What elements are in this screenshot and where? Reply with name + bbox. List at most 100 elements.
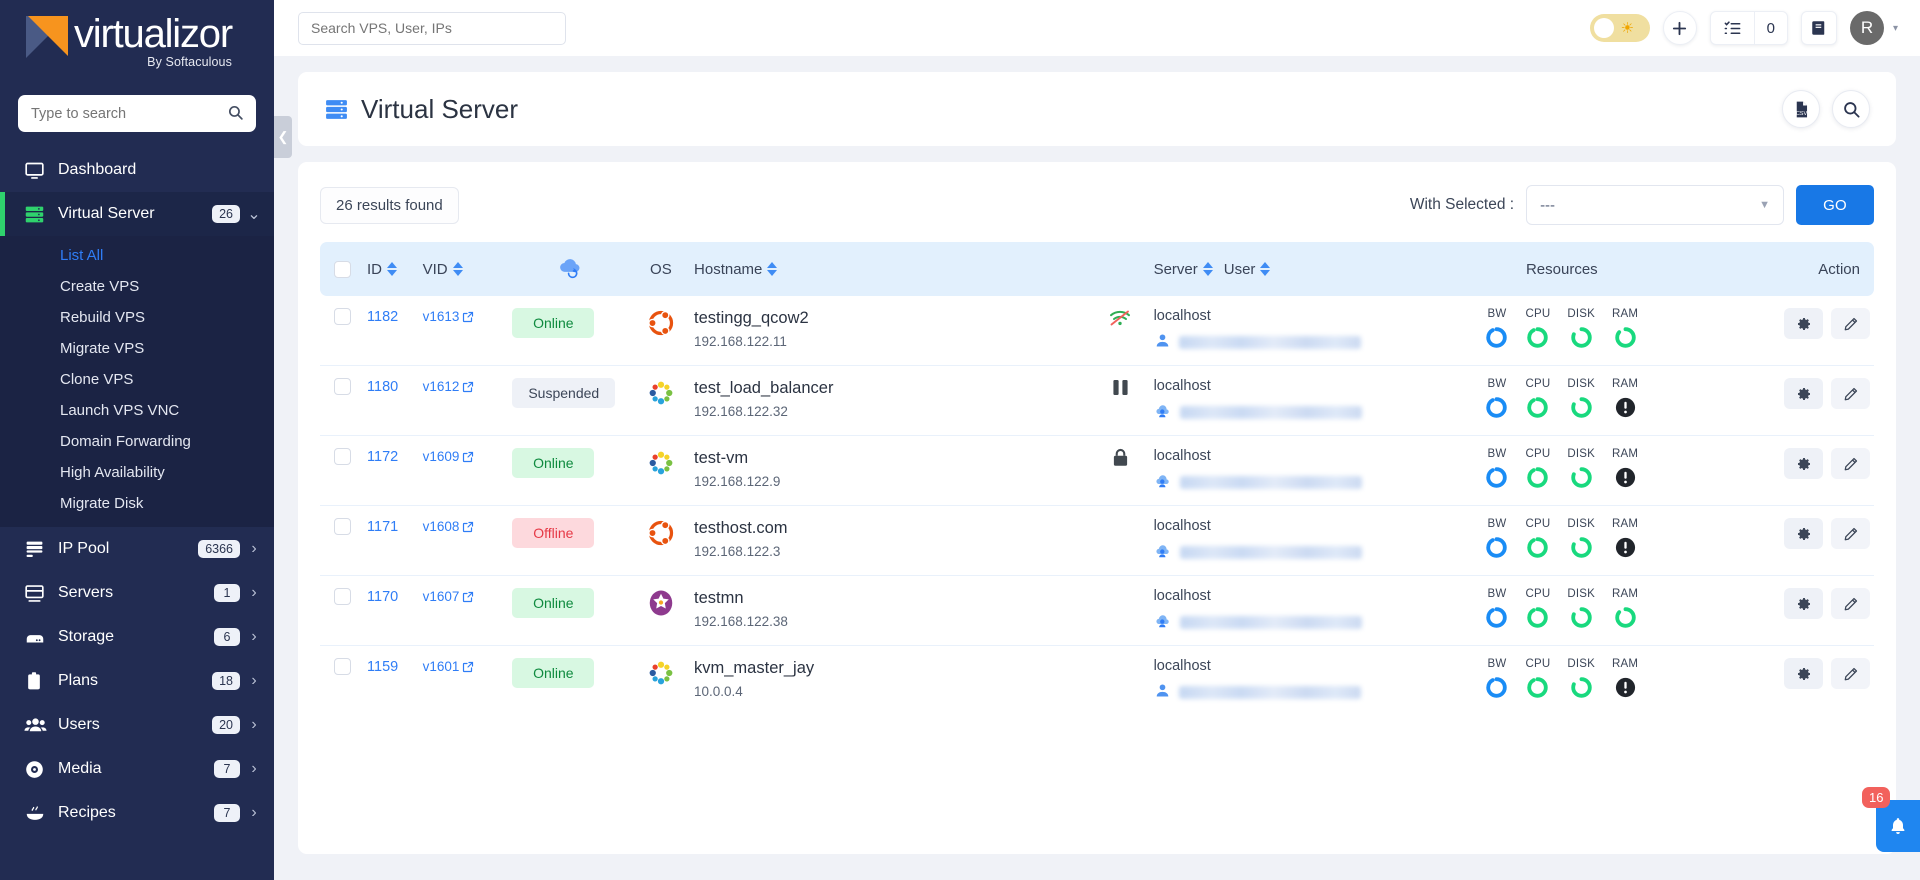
cloud-sync-icon[interactable] xyxy=(557,259,584,283)
sort-arrows-icon[interactable] xyxy=(452,262,463,276)
row-id-link[interactable]: 1182 xyxy=(367,309,398,325)
header-hostname[interactable]: Hostname xyxy=(694,242,1088,296)
sidebar-subitem-migrate-disk[interactable]: Migrate Disk xyxy=(0,488,274,519)
chevron-right-icon[interactable]: › xyxy=(248,672,260,690)
sidebar-submenu-virtual-server: List All Create VPS Rebuild VPS Migrate … xyxy=(0,236,274,527)
add-button[interactable] xyxy=(1662,11,1697,45)
avatar[interactable]: R xyxy=(1849,11,1884,45)
edit-button[interactable] xyxy=(1831,308,1870,339)
sidebar-item-recipes[interactable]: Recipes 7 › xyxy=(0,791,274,835)
chevron-right-icon[interactable]: › xyxy=(248,760,260,778)
sort-arrows-icon[interactable] xyxy=(387,262,398,276)
chevron-right-icon[interactable]: › xyxy=(248,716,260,734)
row-checkbox[interactable] xyxy=(334,308,351,325)
header-id[interactable]: ID xyxy=(367,242,423,296)
row-checkbox[interactable] xyxy=(334,448,351,465)
row-id-link[interactable]: 1170 xyxy=(367,589,398,605)
sidebar-subitem-migrate-vps[interactable]: Migrate VPS xyxy=(0,333,274,364)
sidebar-collapse-toggle[interactable]: ❮ xyxy=(274,116,292,158)
table-row[interactable]: 1171 v1608 Offline testhost.com 192.168.… xyxy=(320,505,1874,576)
sidebar-item-users[interactable]: Users 20 › xyxy=(0,703,274,747)
row-checkbox[interactable] xyxy=(334,378,351,395)
resource-ram: RAM xyxy=(1612,518,1638,559)
global-search-input[interactable] xyxy=(298,11,566,45)
sidebar-item-media[interactable]: Media 7 › xyxy=(0,747,274,791)
sidebar-item-servers[interactable]: Servers 1 › xyxy=(0,571,274,615)
row-vid-link[interactable]: v1613 xyxy=(423,309,475,324)
sidebar-item-dashboard[interactable]: Dashboard xyxy=(0,148,274,192)
edit-button[interactable] xyxy=(1831,588,1870,619)
settings-button[interactable] xyxy=(1784,448,1823,479)
sidebar-search-input[interactable] xyxy=(18,95,256,132)
sidebar-item-plans[interactable]: Plans 18 › xyxy=(0,659,274,703)
chevron-down-icon[interactable]: ⌄ xyxy=(247,204,260,224)
chevron-down-icon[interactable]: ▾ xyxy=(1893,23,1898,34)
row-id-link[interactable]: 1171 xyxy=(367,519,398,535)
theme-toggle[interactable]: ☀ xyxy=(1589,14,1650,42)
edit-button[interactable] xyxy=(1831,448,1870,479)
row-id-link[interactable]: 1159 xyxy=(367,659,398,675)
csv-export-icon[interactable]: CSV xyxy=(1782,90,1820,128)
row-id-link[interactable]: 1180 xyxy=(367,379,398,395)
settings-button[interactable] xyxy=(1784,518,1823,549)
row-vid-link[interactable]: v1601 xyxy=(423,659,475,674)
cloud-user-icon xyxy=(1154,542,1172,563)
search-icon[interactable] xyxy=(1832,90,1870,128)
task-count[interactable]: 0 xyxy=(1755,12,1787,44)
settings-button[interactable] xyxy=(1784,588,1823,619)
documentation-button[interactable] xyxy=(1800,11,1837,45)
row-checkbox[interactable] xyxy=(334,588,351,605)
row-vid-link[interactable]: v1612 xyxy=(423,379,475,394)
sidebar-subitem-create-vps[interactable]: Create VPS xyxy=(0,271,274,302)
table-row[interactable]: 1172 v1609 Online test-vm 192.168.122.9 … xyxy=(320,435,1874,506)
edit-button[interactable] xyxy=(1831,378,1870,409)
edit-button[interactable] xyxy=(1831,518,1870,549)
row-checkbox[interactable] xyxy=(334,658,351,675)
sort-arrows-icon[interactable] xyxy=(1260,262,1271,276)
table-row[interactable]: 1180 v1612 Suspended test_load_balancer xyxy=(320,365,1874,436)
table-row[interactable]: 1182 v1613 Online testingg_qcow2 192.168… xyxy=(320,296,1874,366)
row-checkbox[interactable] xyxy=(334,518,351,535)
settings-button[interactable] xyxy=(1784,658,1823,689)
chevron-right-icon[interactable]: › xyxy=(248,804,260,822)
bulk-action-value: --- xyxy=(1540,196,1556,214)
top-bar-actions: ☀ 0 R ▾ xyxy=(1589,11,1898,45)
brand-logo[interactable]: virtualizor By Softaculous xyxy=(0,0,274,81)
sidebar-subitem-launch-vps-vnc[interactable]: Launch VPS VNC xyxy=(0,395,274,426)
header-server-user[interactable]: Server User xyxy=(1153,242,1391,296)
row-ip: 192.168.122.9 xyxy=(694,473,781,489)
sidebar-item-virtual-server[interactable]: Virtual Server 26 ⌄ xyxy=(0,192,274,236)
sidebar-search[interactable] xyxy=(18,95,256,132)
go-button[interactable]: GO xyxy=(1796,185,1874,225)
notification-button[interactable]: 16 xyxy=(1862,787,1920,852)
row-vid-link[interactable]: v1608 xyxy=(423,519,475,534)
row-vid-link[interactable]: v1607 xyxy=(423,589,475,604)
table-row[interactable]: 1159 v1601 Online kvm_master_jay 10.0.0.… xyxy=(320,646,1874,716)
ram-alert-icon xyxy=(1615,677,1635,698)
sort-arrows-icon[interactable] xyxy=(1202,262,1213,276)
task-list-button[interactable] xyxy=(1711,12,1754,44)
pause-icon xyxy=(1112,379,1129,401)
chevron-right-icon[interactable]: › xyxy=(248,584,260,602)
sidebar-item-ip-pool[interactable]: IP Pool 6366 › xyxy=(0,527,274,571)
table-row[interactable]: 1170 v1607 Online testmn 192.168.122.38 … xyxy=(320,575,1874,646)
sidebar-subitem-list-all[interactable]: List All xyxy=(0,240,274,271)
sort-arrows-icon[interactable] xyxy=(767,262,778,276)
bulk-action-select[interactable]: --- ▼ xyxy=(1526,185,1785,225)
sidebar-subitem-rebuild-vps[interactable]: Rebuild VPS xyxy=(0,302,274,333)
sidebar-item-storage[interactable]: Storage 6 › xyxy=(0,615,274,659)
select-all-checkbox[interactable] xyxy=(334,260,351,278)
sidebar-subitem-domain-forwarding[interactable]: Domain Forwarding xyxy=(0,426,274,457)
row-vid-link[interactable]: v1609 xyxy=(423,449,475,464)
sidebar-badge-plans: 18 xyxy=(212,672,240,690)
sidebar-subitem-clone-vps[interactable]: Clone VPS xyxy=(0,364,274,395)
settings-button[interactable] xyxy=(1784,308,1823,339)
chevron-right-icon[interactable]: › xyxy=(248,628,260,646)
edit-button[interactable] xyxy=(1831,658,1870,689)
resource-ram: RAM xyxy=(1612,658,1638,699)
settings-button[interactable] xyxy=(1784,378,1823,409)
chevron-right-icon[interactable]: › xyxy=(248,540,260,558)
header-vid[interactable]: VID xyxy=(422,242,513,296)
row-id-link[interactable]: 1172 xyxy=(367,449,398,465)
sidebar-subitem-high-availability[interactable]: High Availability xyxy=(0,457,274,488)
